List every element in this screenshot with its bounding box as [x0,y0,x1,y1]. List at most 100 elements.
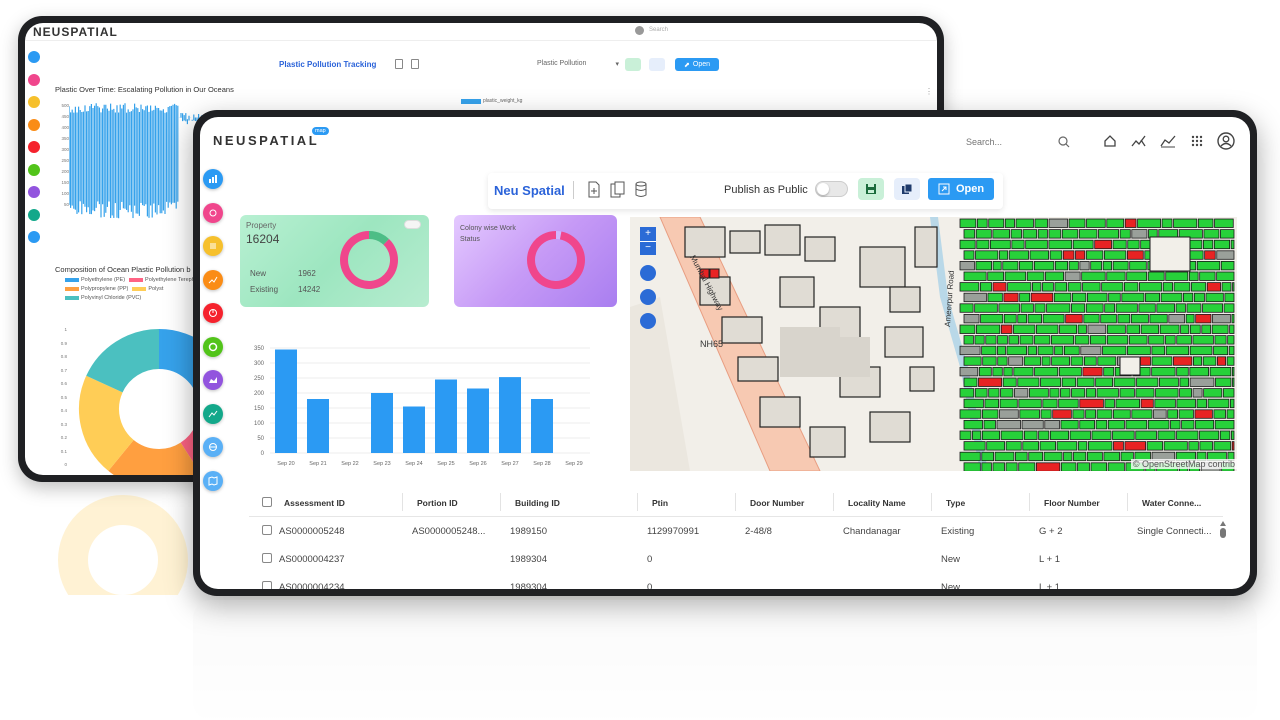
table-row[interactable]: AS0000004234 1989304 0 New L + 1 [249,573,1223,589]
apps-grid-icon[interactable] [1187,132,1207,150]
sidebar-bar-chart-icon[interactable] [203,169,223,189]
column-divider[interactable] [402,493,403,511]
back-sidebar-red-icon[interactable] [28,141,40,153]
back-sidebar-green-icon[interactable] [28,163,40,176]
sidebar-globe-icon[interactable] [203,437,223,457]
map-basemap-icon[interactable] [640,289,656,305]
parcel [1071,388,1086,398]
column-divider[interactable] [833,493,834,511]
sidebar-donut-icon[interactable] [203,336,223,357]
open-button[interactable]: Open [928,178,994,200]
row-checkbox[interactable] [262,553,272,563]
back-search-icon[interactable] [635,26,644,35]
sidebar-network-icon[interactable] [203,202,223,223]
column-header[interactable]: Locality Name [848,498,906,508]
back-save-button[interactable] [625,58,641,71]
column-divider[interactable] [500,493,501,511]
parcel [1181,419,1195,430]
parcel [983,419,996,430]
column-header[interactable]: Portion ID [417,498,458,508]
property-card-toggle[interactable] [404,220,421,229]
new-file-icon[interactable] [587,181,601,203]
column-header[interactable]: Ptin [652,498,668,508]
map-layer-icon[interactable] [640,265,656,281]
back-sidebar-globe-icon[interactable] [28,231,40,243]
parcel-map[interactable]: NH65 Mumbai Highway Ameerpur Road + − © … [630,217,1237,471]
back-chart2-legend-item[interactable]: Polyvinyl Chloride (PVC) [65,295,141,301]
parcel [1151,366,1176,377]
select-all-checkbox[interactable] [262,497,272,507]
zoom-out-button[interactable]: − [640,241,656,255]
parcel [1194,409,1213,419]
table-row[interactable]: AS0000004237 1989304 0 New L + 1 [249,545,1223,573]
database-icon[interactable] [634,181,648,203]
column-divider[interactable] [637,493,638,511]
back-sidebar-teal-icon[interactable] [28,208,40,221]
row-checkbox[interactable] [262,525,272,535]
zoom-in-button[interactable]: + [640,227,656,241]
duplicate-button[interactable] [894,178,920,200]
user-avatar-icon[interactable] [1216,132,1236,150]
column-divider[interactable] [931,493,932,511]
back-sidebar-orange-icon[interactable] [28,118,40,131]
back-chart2-legend-item[interactable]: Polypropylene (PP) [65,286,128,292]
map-canvas[interactable]: NH65 Mumbai Highway Ameerpur Road [630,217,1237,471]
open-icon [938,183,950,195]
back-search-input[interactable]: Search [649,27,668,33]
column-divider[interactable] [1029,493,1030,511]
back-chart2-ytick: 0 [64,462,67,467]
column-header[interactable]: Type [946,498,965,508]
back-sidebar-yellow-icon[interactable] [28,96,40,108]
parcel [1223,303,1235,313]
back-dropdown[interactable]: Plastic Pollution ▾ [537,60,619,68]
parcel [1086,292,1108,303]
parcel [1087,441,1113,451]
parcel [1213,409,1226,419]
parcel [1226,356,1235,366]
copy-file-icon[interactable] [610,181,626,203]
parcel [1102,261,1113,271]
back-open-button[interactable]: ⬈ Open [675,58,719,71]
parcel [1072,239,1094,250]
back-chart-menu-icon[interactable]: ⋮ [925,87,933,96]
search-icon[interactable] [1058,135,1070,153]
sidebar-area-chart-icon[interactable] [203,370,223,390]
column-header[interactable]: Door Number [750,498,804,508]
parcel [1192,335,1214,345]
sidebar-trend-icon[interactable] [203,269,223,290]
sidebar-list-icon[interactable] [203,236,223,256]
column-header[interactable]: Assessment ID [284,498,345,508]
parcel [1024,430,1038,440]
map-stack-icon[interactable] [640,313,656,329]
row-checkbox[interactable] [262,581,272,589]
column-divider[interactable] [1127,493,1128,511]
publish-toggle[interactable] [815,181,848,197]
back-add-icon[interactable] [395,59,403,69]
back-copy-button[interactable] [649,58,665,71]
home-icon[interactable] [1100,132,1120,150]
back-chart2-legend-item[interactable]: Polyethylene (PE) [65,277,125,283]
back-sidebar-purple-icon[interactable] [28,186,40,198]
save-button[interactable] [858,178,884,200]
column-header[interactable]: Floor Number [1044,498,1100,508]
back-copy-icon[interactable] [411,59,419,69]
column-header[interactable]: Building ID [515,498,560,508]
parcel [979,282,992,292]
parcel [1135,430,1157,440]
map-attribution[interactable]: © OpenStreetMap contrib [1130,459,1237,469]
sidebar-line-chart-icon[interactable] [203,403,223,424]
line-chart-icon[interactable] [1158,132,1178,150]
parcel [1139,282,1163,292]
parcel-gap [1149,236,1191,272]
parcel [1151,345,1166,356]
table-row[interactable]: AS0000005248 AS0000005248... 1989150 112997… [249,517,1223,545]
parcel [1214,218,1234,228]
back-chart2-legend-item[interactable]: Polyst [132,286,163,292]
table-cell: AS0000005248 [279,526,345,537]
column-divider[interactable] [735,493,736,511]
sidebar-pie-chart-icon[interactable] [203,303,223,323]
column-header[interactable]: Water Conne... [1142,498,1201,508]
analytics-icon[interactable] [1129,132,1149,150]
table-scrollbar[interactable] [1220,521,1226,539]
sidebar-map-icon[interactable] [203,470,223,491]
